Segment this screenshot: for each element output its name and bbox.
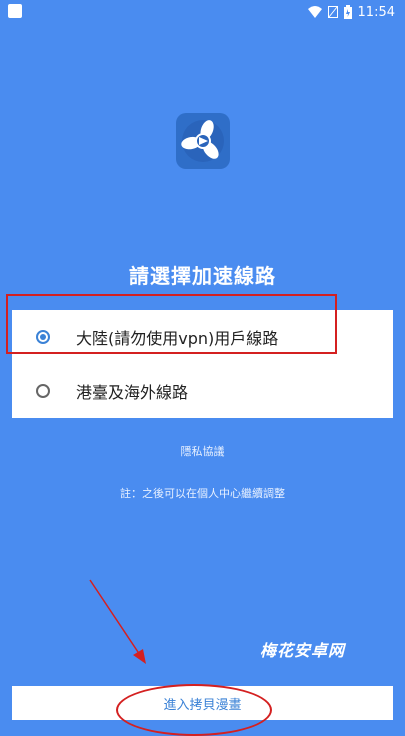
option-label: 港臺及海外線路 <box>76 383 189 402</box>
wifi-icon <box>307 6 322 18</box>
radio-unchecked-icon[interactable] <box>36 384 50 398</box>
note-text: 註：之後可以在個人中心繼續調整 <box>120 487 285 500</box>
status-time: 11:54 <box>357 4 395 20</box>
privacy-link[interactable]: 隱私協議 <box>0 443 405 459</box>
status-bar: 11:54 <box>0 0 405 24</box>
annotation-highlight-rect <box>6 294 337 354</box>
watermark: 梅花安卓网 <box>260 641 346 660</box>
logo-graphic <box>181 120 224 162</box>
no-signal-icon <box>327 6 338 18</box>
app-notification-icon <box>8 4 22 18</box>
app-logo-icon <box>176 113 230 169</box>
annotation-highlight-ellipse <box>116 684 272 736</box>
status-icons: 11:54 <box>307 3 395 21</box>
battery-icon <box>343 5 352 19</box>
page-title: 請選擇加速線路 <box>129 264 276 288</box>
option-overseas-route[interactable]: 港臺及海外線路 <box>12 364 393 418</box>
